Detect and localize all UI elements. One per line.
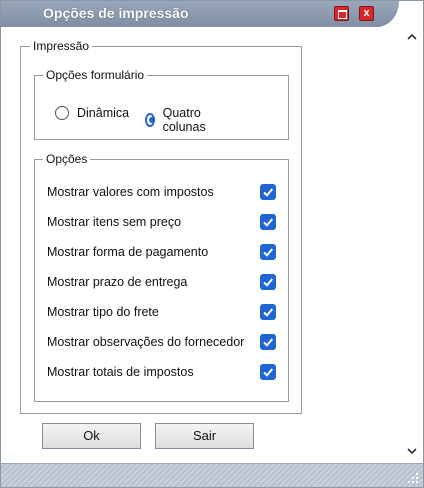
option-totais-de-impostos[interactable]: Mostrar totais de impostos xyxy=(47,364,277,382)
option-itens-sem-preco[interactable]: Mostrar itens sem preço xyxy=(47,214,277,232)
vertical-scrollbar[interactable] xyxy=(401,27,423,463)
radio-label: Quatro colunas xyxy=(162,106,206,134)
chevron-down-icon[interactable] xyxy=(406,445,418,457)
checkbox-checked-icon[interactable] xyxy=(260,244,276,260)
chevron-up-icon[interactable] xyxy=(406,31,418,43)
checkbox-checked-icon[interactable] xyxy=(260,184,276,200)
option-valores-com-impostos[interactable]: Mostrar valores com impostos xyxy=(47,184,277,202)
ok-button[interactable]: Ok xyxy=(42,423,141,449)
option-label: Mostrar forma de pagamento xyxy=(47,245,209,259)
option-forma-de-pagamento[interactable]: Mostrar forma de pagamento xyxy=(47,244,277,262)
option-label: Mostrar prazo de entrega xyxy=(47,275,188,289)
radio-unchecked-icon[interactable] xyxy=(55,106,69,120)
dialog-content: Impressão Opções formulário Dinâmica Qua… xyxy=(1,27,401,463)
option-label: Mostrar totais de impostos xyxy=(47,365,194,379)
option-label: Mostrar valores com impostos xyxy=(47,185,214,199)
radio-dinamica[interactable]: Dinâmica xyxy=(55,106,129,120)
option-observacoes-do-fornecedor[interactable]: Mostrar observações do fornecedor xyxy=(47,334,277,352)
option-label: Mostrar itens sem preço xyxy=(47,215,182,229)
sair-button[interactable]: Sair xyxy=(155,423,254,449)
resize-grip-icon[interactable] xyxy=(407,472,419,484)
form-options-legend: Opções formulário xyxy=(43,68,148,82)
options-group: Opções Mostrar valores com impostos Most… xyxy=(34,152,289,402)
radio-label: Dinâmica xyxy=(77,106,130,120)
checkbox-checked-icon[interactable] xyxy=(260,214,276,230)
close-icon[interactable]: x xyxy=(359,6,374,21)
impressao-legend: Impressão xyxy=(30,39,93,53)
checkbox-checked-icon[interactable] xyxy=(260,364,276,380)
window-title: Opções de impressão xyxy=(43,5,189,21)
checkbox-checked-icon[interactable] xyxy=(260,334,276,350)
checkbox-checked-icon[interactable] xyxy=(260,304,276,320)
options-legend: Opções xyxy=(43,152,91,166)
option-prazo-de-entrega[interactable]: Mostrar prazo de entrega xyxy=(47,274,277,292)
form-options-group: Opções formulário Dinâmica Quatro coluna… xyxy=(34,68,289,140)
option-tipo-do-frete[interactable]: Mostrar tipo do frete xyxy=(47,304,277,322)
maximize-icon[interactable] xyxy=(334,6,349,21)
option-label: Mostrar tipo do frete xyxy=(47,305,159,319)
impressao-group: Impressão Opções formulário Dinâmica Qua… xyxy=(20,39,302,414)
radio-quatro-colunas[interactable]: Quatro colunas xyxy=(145,106,210,134)
title-bar[interactable]: Opções de impressão x xyxy=(1,1,423,27)
option-label: Mostrar observações do fornecedor xyxy=(47,335,245,349)
checkbox-checked-icon[interactable] xyxy=(260,274,276,290)
print-options-window: Opções de impressão x Impressão Opções f… xyxy=(0,0,424,488)
status-bar xyxy=(1,463,423,487)
radio-checked-icon[interactable] xyxy=(145,113,155,127)
